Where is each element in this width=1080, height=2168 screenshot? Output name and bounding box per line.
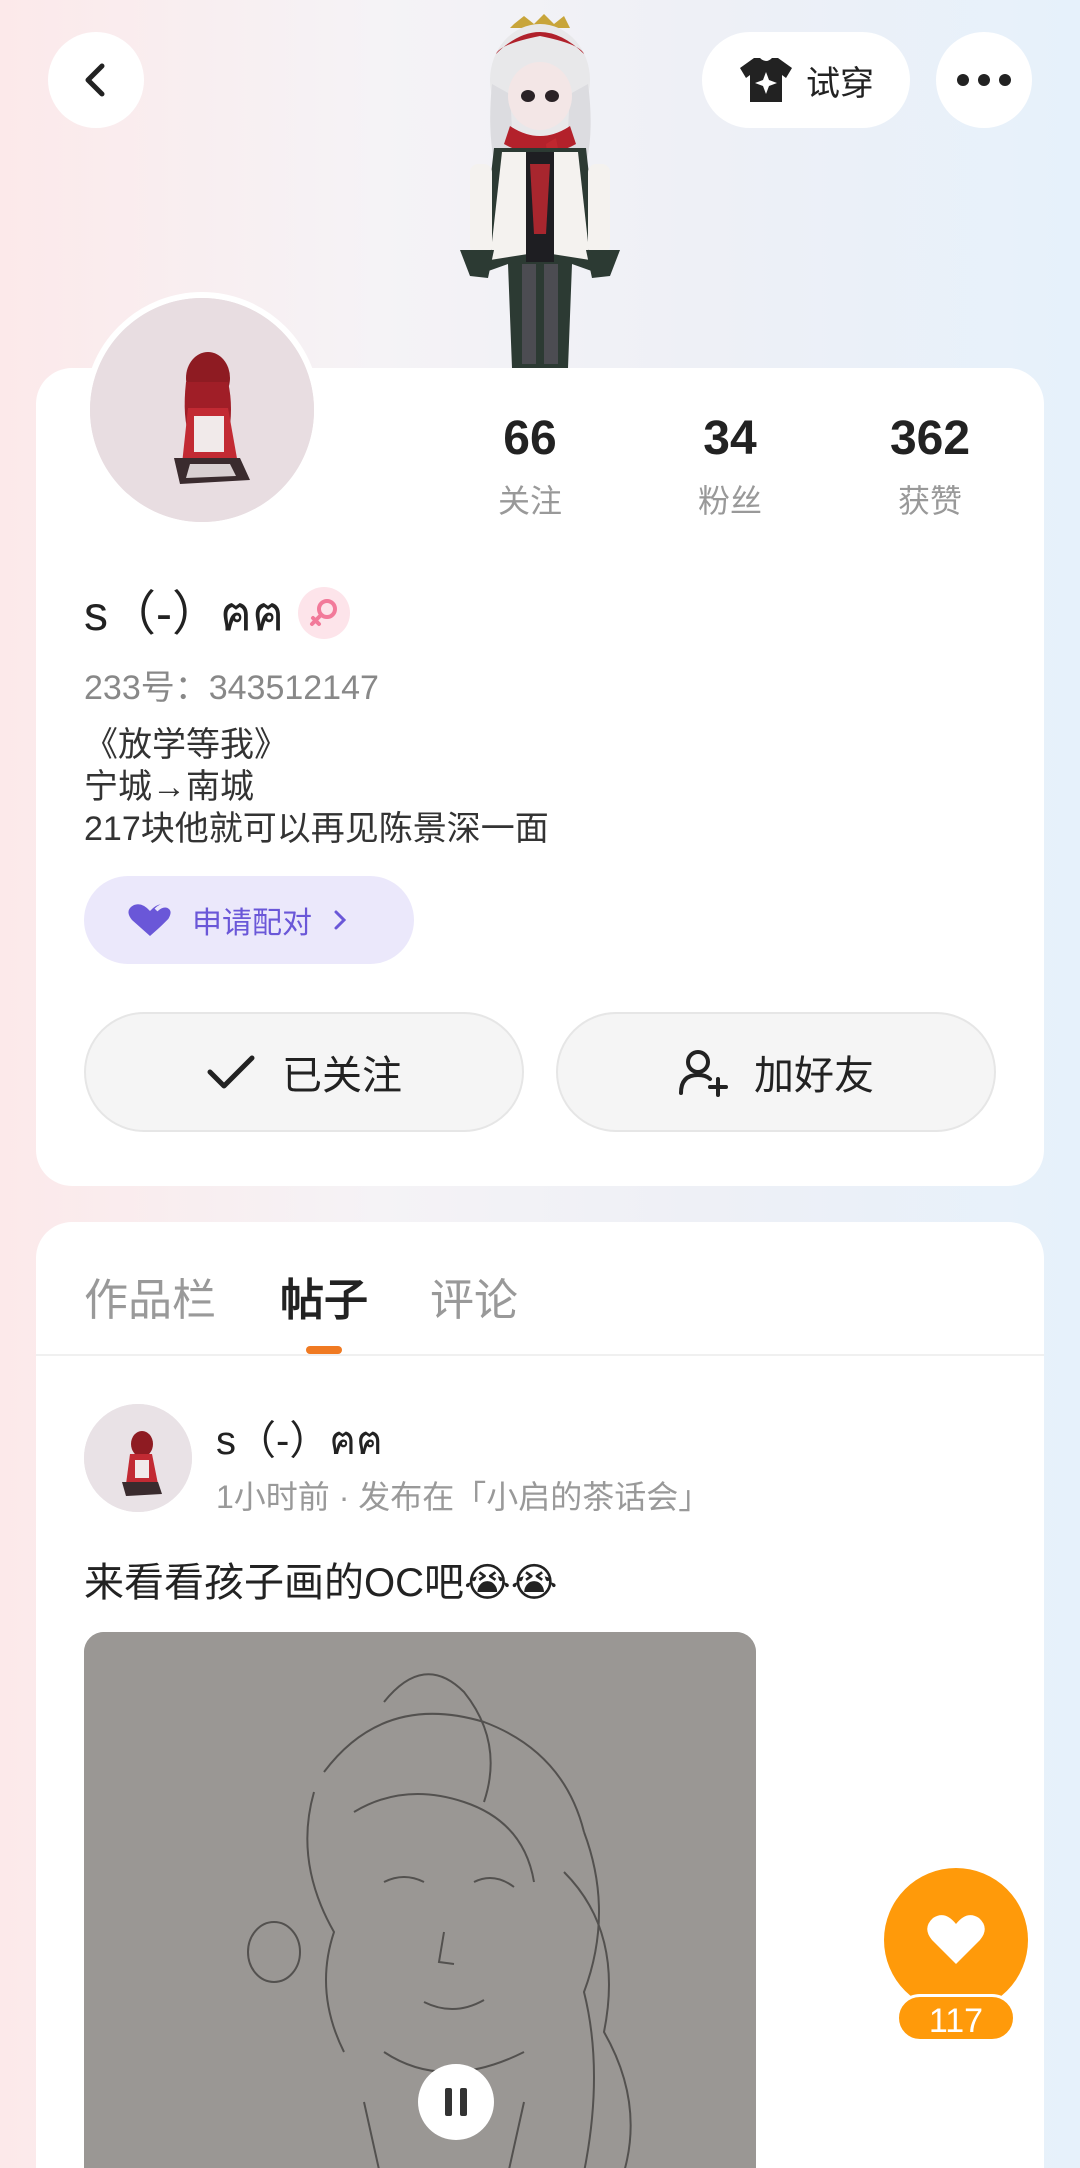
heart-icon	[927, 1915, 985, 1964]
stat-label: 粉丝	[697, 483, 762, 519]
gender-badge	[298, 587, 351, 639]
female-icon	[310, 599, 338, 626]
chevron-left-icon	[85, 63, 105, 97]
tab-comments[interactable]: 评论	[430, 1264, 518, 1328]
content-card: 作品栏 帖子 评论 s（-）ฅฅ 1小时前 · 发布在「小启的茶话会」 来看看孩…	[36, 1222, 1044, 2168]
stat-label: 关注	[497, 483, 562, 519]
user-id: 233号：343512147	[84, 669, 379, 707]
avatar-illustration	[84, 1404, 192, 1512]
shirt-sparkle-icon	[740, 58, 792, 102]
bio-line: 《放学等我》	[84, 726, 288, 764]
like-count: 117	[896, 1994, 1016, 2042]
more-dots-icon	[957, 74, 1011, 86]
tab-posts[interactable]: 帖子	[280, 1264, 368, 1328]
try-on-button[interactable]: 试穿	[702, 32, 910, 128]
bio-line: 217块他就可以再见陈景深一面	[84, 810, 549, 848]
stat-likes[interactable]: 362 获赞	[830, 408, 1030, 522]
apply-pairing-button[interactable]: 申请配对	[84, 876, 414, 964]
avatar-illustration	[90, 298, 314, 522]
stat-value: 34	[703, 412, 757, 465]
bio: 《放学等我》 宁城→南城 217块他就可以再见陈景深一面	[84, 724, 549, 850]
username: s（-）ฅฅ	[84, 588, 285, 641]
like-button[interactable]	[884, 1868, 1028, 2012]
followed-label: 已关注	[282, 1054, 402, 1098]
add-user-icon	[679, 1050, 728, 1097]
double-heart-icon	[128, 903, 174, 936]
tab-works[interactable]: 作品栏	[84, 1264, 216, 1328]
profile-tabs: 作品栏 帖子 评论	[36, 1222, 1044, 1356]
pause-button[interactable]	[418, 2064, 494, 2140]
stat-value: 362	[889, 412, 971, 465]
avatar[interactable]	[84, 292, 320, 528]
bio-line: 宁城→南城	[84, 768, 254, 806]
stat-followers[interactable]: 34 粉丝	[630, 408, 830, 522]
profile-stats: 66 关注 34 粉丝 362 获赞	[430, 408, 1030, 522]
post-text[interactable]: 来看看孩子画的OC吧😭😭	[84, 1550, 557, 1608]
pause-icon	[445, 2088, 467, 2116]
stat-following[interactable]: 66 关注	[430, 408, 630, 522]
stat-label: 获赞	[897, 483, 962, 519]
post-meta: 1小时前 · 发布在「小启的茶话会」	[216, 1479, 711, 1515]
tab-indicator	[306, 1346, 342, 1354]
check-icon	[207, 1055, 255, 1089]
stat-value: 66	[503, 412, 557, 465]
post-author-name[interactable]: s（-）ฅฅ	[216, 1408, 383, 1472]
dressed-avatar-figure[interactable]	[430, 14, 650, 368]
post-author-avatar[interactable]	[84, 1404, 192, 1512]
back-button[interactable]	[48, 32, 144, 128]
try-on-label: 试穿	[806, 64, 874, 103]
more-button[interactable]	[936, 32, 1032, 128]
followed-button[interactable]: 已关注	[84, 1012, 524, 1132]
chevron-right-icon	[334, 910, 347, 930]
add-friend-label: 加好友	[754, 1054, 874, 1098]
add-friend-button[interactable]: 加好友	[556, 1012, 996, 1132]
name-row: s（-）ฅฅ	[84, 574, 351, 652]
apply-pairing-label: 申请配对	[192, 907, 312, 940]
